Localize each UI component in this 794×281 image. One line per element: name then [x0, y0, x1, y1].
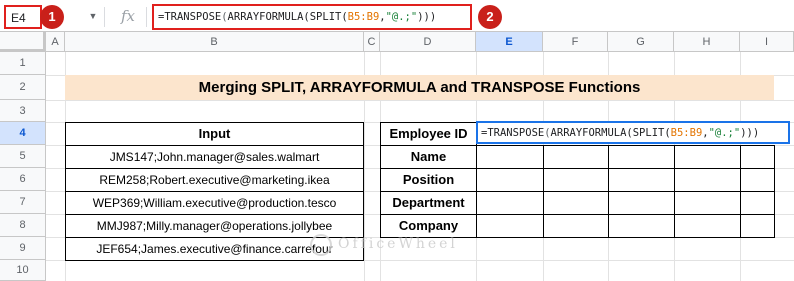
output-cell[interactable] [740, 214, 775, 238]
input-cell[interactable]: WEP369;William.executive@production.tesc… [65, 191, 364, 215]
formula-input[interactable]: =TRANSPOSE(ARRAYFORMULA(SPLIT(B5:B9,"@.;… [152, 4, 472, 30]
name-box-dropdown-icon[interactable]: ▼ [86, 9, 100, 23]
column-header-h[interactable]: H [674, 32, 740, 52]
output-cell[interactable] [543, 214, 609, 238]
input-header[interactable]: Input [65, 122, 364, 146]
formula-range-ref: B5:B9 [347, 11, 380, 23]
row-header-5[interactable]: 5 [0, 145, 46, 168]
watermark: OfficeWheel [310, 230, 510, 260]
row-header-10[interactable]: 10 [0, 260, 46, 281]
output-cell[interactable] [476, 168, 544, 192]
output-cell[interactable] [543, 168, 609, 192]
label-position[interactable]: Position [380, 168, 477, 192]
name-box[interactable]: E4 [4, 5, 42, 29]
output-cell[interactable] [608, 191, 675, 215]
output-cell[interactable] [674, 214, 741, 238]
row-header-3[interactable]: 3 [0, 100, 46, 122]
input-cell[interactable]: JMS147;John.manager@sales.walmart [65, 145, 364, 169]
formula-string: "@.;" [385, 11, 418, 23]
label-department[interactable]: Department [380, 191, 477, 215]
active-cell-e4[interactable]: =TRANSPOSE(ARRAYFORMULA(SPLIT(B5:B9,"@.;… [476, 121, 790, 144]
output-cell[interactable] [674, 191, 741, 215]
divider [104, 7, 105, 27]
fx-icon: fx [120, 7, 135, 25]
watermark-logo-icon [310, 234, 332, 256]
formula-text: ARRAYFORMULA(SPLIT( [227, 11, 348, 23]
column-header-d[interactable]: D [380, 32, 476, 52]
output-cell[interactable] [476, 145, 544, 169]
watermark-text: OfficeWheel [338, 236, 458, 252]
callout-badge-1: 1 [40, 5, 64, 29]
output-cell[interactable] [543, 145, 609, 169]
column-header-a[interactable]: A [46, 32, 65, 52]
output-cell[interactable] [674, 168, 741, 192]
formula-text: =TRANSPOSE [158, 11, 222, 23]
output-cell[interactable] [476, 191, 544, 215]
output-cell[interactable] [740, 168, 775, 192]
row-header-1[interactable]: 1 [0, 52, 46, 75]
row-header-8[interactable]: 8 [0, 214, 46, 237]
row-header-4[interactable]: 4 [0, 122, 46, 145]
callout-badge-2: 2 [478, 5, 502, 29]
divider [146, 7, 147, 27]
formula-text: ARRAYFORMULA(SPLIT( [550, 127, 671, 139]
output-cell[interactable] [740, 145, 775, 169]
output-cell[interactable] [740, 191, 775, 215]
output-cell[interactable] [608, 168, 675, 192]
output-cell[interactable] [608, 145, 675, 169]
row-header-2[interactable]: 2 [0, 75, 46, 100]
row-header-6[interactable]: 6 [0, 168, 46, 191]
select-all-corner[interactable] [0, 32, 46, 52]
formula-text: ))) [740, 127, 760, 139]
formula-string: "@.;" [708, 127, 741, 139]
formula-text: =TRANSPOSE [481, 127, 545, 139]
column-header-f[interactable]: F [543, 32, 608, 52]
formula-range-ref: B5:B9 [670, 127, 703, 139]
row-header-9[interactable]: 9 [0, 237, 46, 260]
formula-text: ))) [417, 11, 437, 23]
column-header-i[interactable]: I [740, 32, 794, 52]
output-cell[interactable] [674, 145, 741, 169]
input-cell[interactable]: REM258;Robert.executive@marketing.ikea [65, 168, 364, 192]
grid-line [46, 100, 794, 101]
output-cell[interactable] [608, 214, 675, 238]
sheet-title[interactable]: Merging SPLIT, ARRAYFORMULA and TRANSPOS… [65, 75, 774, 100]
label-name[interactable]: Name [380, 145, 477, 169]
column-header-e[interactable]: E [476, 32, 543, 52]
label-employee-id[interactable]: Employee ID [380, 122, 477, 146]
column-header-c[interactable]: C [364, 32, 380, 52]
row-header-7[interactable]: 7 [0, 191, 46, 214]
column-header-g[interactable]: G [608, 32, 674, 52]
column-header-b[interactable]: B [65, 32, 364, 52]
output-cell[interactable] [543, 191, 609, 215]
